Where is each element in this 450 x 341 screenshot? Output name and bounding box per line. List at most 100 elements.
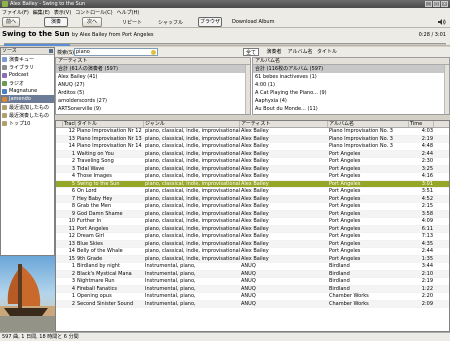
cell-album: Piano Improvisation No. 3 — [329, 135, 393, 142]
table-row[interactable]: 11 Port Angeles piano, classical, indie, i… — [56, 225, 449, 233]
table-row[interactable]: 3 Tidal Wave piano, classical, indie, impr… — [56, 165, 449, 173]
album-list-item[interactable]: 4:00 (1) — [253, 81, 449, 89]
artist-list-item[interactable]: Arditos (5) — [56, 89, 250, 97]
cell-album: Port Angeles — [329, 203, 361, 209]
cell-artist: Alex Bailey — [241, 165, 269, 172]
table-row[interactable]: 12 Dream Girl piano, classical, indie, imp… — [56, 233, 449, 241]
sidebar-item[interactable]: ラジオ — [1, 79, 54, 87]
album-scrollbar[interactable] — [444, 65, 449, 114]
table-row[interactable]: 6 On Lord piano, classical, indie, improvi… — [56, 188, 449, 196]
collapse-icon[interactable] — [49, 49, 53, 53]
minimize-button[interactable]: _ — [425, 1, 432, 7]
cell-time: 4:09 — [421, 218, 433, 224]
cell-title: Traveling Song — [77, 158, 114, 164]
col-artist[interactable]: アーティスト — [240, 121, 328, 127]
clear-search-icon[interactable] — [151, 50, 156, 55]
artist-list-item[interactable]: 合計 (61人の演奏者 (597) — [56, 65, 250, 73]
col-playing[interactable] — [56, 121, 63, 127]
table-row[interactable]: 4 Fireball Fanatics Instrumental, piano, AN… — [56, 285, 449, 293]
col-track[interactable]: Track — [63, 121, 76, 127]
table-row[interactable]: 1 Birdland by night Instrumental, piano, AN… — [56, 263, 449, 271]
table-row[interactable]: 5 Swing to the Sun piano, classical, indie… — [56, 180, 449, 188]
maximize-button[interactable]: □ — [433, 1, 440, 7]
filter-album-button[interactable]: アルバム名 — [287, 48, 313, 56]
sidebar-item[interactable]: 最近追加したもの — [1, 103, 54, 111]
album-list-item[interactable]: A Cat Playing the Piano... (9) — [253, 89, 449, 97]
filter-title-button[interactable]: タイトル — [317, 48, 337, 56]
table-row[interactable]: 9 God Damn Shame piano, classical, indie, … — [56, 210, 449, 218]
cell-title: Blue Skies — [77, 240, 103, 247]
cell-artist: ANUQ — [241, 285, 256, 292]
cell-artist: Alex Bailey — [241, 203, 269, 209]
col-time[interactable]: Time — [409, 121, 434, 127]
menu-file[interactable]: ファイル(F) — [2, 9, 29, 16]
artist-list-item[interactable]: ARTSonerville (9) — [56, 105, 250, 113]
album-list-item[interactable]: Aaphyxia (4) — [253, 97, 449, 105]
cell-album: Birdland — [329, 263, 350, 269]
table-row[interactable]: 2 Black's Mystical Mana Instrumental, pian… — [56, 270, 449, 278]
cell-playing — [56, 128, 63, 135]
cell-title: On Lord — [77, 188, 97, 194]
album-list-item[interactable]: 61 bebes inactiveves (1) — [253, 73, 449, 81]
col-genre[interactable]: ジャンル — [144, 121, 240, 127]
sidebar-item[interactable]: 最近演奏したもの — [1, 111, 54, 119]
table-row[interactable]: 2 Second Sinister Sound Instrumental, pian… — [56, 300, 449, 308]
artist-list-item[interactable]: arnolderscords (27) — [56, 97, 250, 105]
filter-artist-button[interactable]: 演奏者 — [263, 48, 285, 56]
search-box[interactable] — [74, 48, 158, 56]
seek-track[interactable] — [4, 43, 446, 46]
table-row[interactable]: 14 Belly of the Whale piano, classical, in… — [56, 248, 449, 256]
cell-artist: ANUQ — [241, 270, 256, 277]
cell-genre: piano, classical, indie, improvisational… — [145, 180, 240, 187]
col-album[interactable]: アルバム名 — [328, 121, 409, 127]
table-row[interactable]: 15 9th Grade piano, classical, indie, impr… — [56, 255, 449, 263]
sidebar-item[interactable]: Podcast — [1, 71, 54, 79]
menu-edit[interactable]: 編集(E) — [33, 9, 50, 16]
cell-time: 2:44 — [421, 248, 433, 254]
sidebar-item[interactable]: トップ10 — [1, 119, 54, 127]
cell-artist: Alex Bailey — [241, 255, 269, 262]
table-row[interactable]: 12 Piano Improvisation Nr 12 piano, classi… — [56, 128, 449, 136]
table-row[interactable]: 3 Nightmare Run Instrumental, piano, ANUQ Bi… — [56, 278, 449, 286]
cell-title: Nightmare Run — [77, 278, 115, 284]
prev-button[interactable]: 前へ — [2, 17, 20, 27]
cell-artist: Alex Bailey — [241, 248, 269, 254]
browser-toggle[interactable]: ブラウザ — [198, 17, 222, 27]
sidebar-item[interactable]: Magnatune — [1, 87, 54, 95]
sidebar-item[interactable]: 演奏キュー — [1, 55, 54, 63]
album-list-item[interactable]: 合計 (116枚のアルバム (597) — [253, 65, 449, 73]
cell-album: Port Angeles — [329, 240, 361, 247]
shuffle-toggle[interactable]: シャッフル — [158, 19, 183, 26]
table-row[interactable]: 10 Further In piano, classical, indie, imp… — [56, 218, 449, 226]
menu-help[interactable]: ヘルプ(H) — [117, 9, 140, 16]
table-row[interactable]: 13 Blue Skies piano, classical, indie, imp… — [56, 240, 449, 248]
volume-icon[interactable] — [438, 18, 446, 26]
artist-list-item[interactable]: ANUQ (27) — [56, 81, 250, 89]
menu-view[interactable]: 表示(V) — [54, 9, 71, 16]
menu-control[interactable]: コントロール(C) — [75, 9, 112, 16]
table-row[interactable]: 13 Piano Improvisation Nr 13 piano, classi… — [56, 135, 449, 143]
table-row[interactable]: 1 Opening opus Instrumental, piano, ANUQ Cha… — [56, 293, 449, 301]
sidebar-item[interactable]: Jamendo — [1, 95, 54, 103]
table-row[interactable]: 7 Hey Baby Hey piano, classical, indie, im… — [56, 195, 449, 203]
table-row[interactable]: 1 Waiting on You piano, classical, indie, … — [56, 150, 449, 158]
radio-icon — [2, 80, 7, 86]
play-button[interactable]: 演奏 — [44, 17, 68, 27]
table-row[interactable]: 14 Piano Improvisation Nr 14 piano, classi… — [56, 143, 449, 151]
cell-title: Tidal Wave — [77, 165, 105, 172]
table-row[interactable]: 8 Grab the Men piano, classical, indie, im… — [56, 203, 449, 211]
artist-scrollbar[interactable] — [245, 65, 250, 114]
album-list-item[interactable]: Au Bout du Monde... (11) — [253, 105, 449, 113]
close-button[interactable]: × — [441, 1, 448, 7]
table-row[interactable]: 2 Traveling Song piano, classical, indie, … — [56, 158, 449, 166]
seek-bar[interactable] — [0, 42, 450, 46]
filter-all-button[interactable]: 全て — [243, 48, 259, 56]
sidebar-item[interactable]: ライブラリ — [1, 63, 54, 71]
col-title[interactable]: タイトル — [76, 121, 144, 127]
next-button[interactable]: 次へ — [82, 17, 102, 27]
download-album-button[interactable]: Download Album — [232, 19, 274, 25]
table-row[interactable]: 4 Those Images piano, classical, indie, im… — [56, 173, 449, 181]
artist-list-item[interactable]: Alex Bailey (41) — [56, 73, 250, 81]
repeat-toggle[interactable]: リピート — [122, 19, 142, 26]
search-input[interactable] — [76, 49, 148, 55]
